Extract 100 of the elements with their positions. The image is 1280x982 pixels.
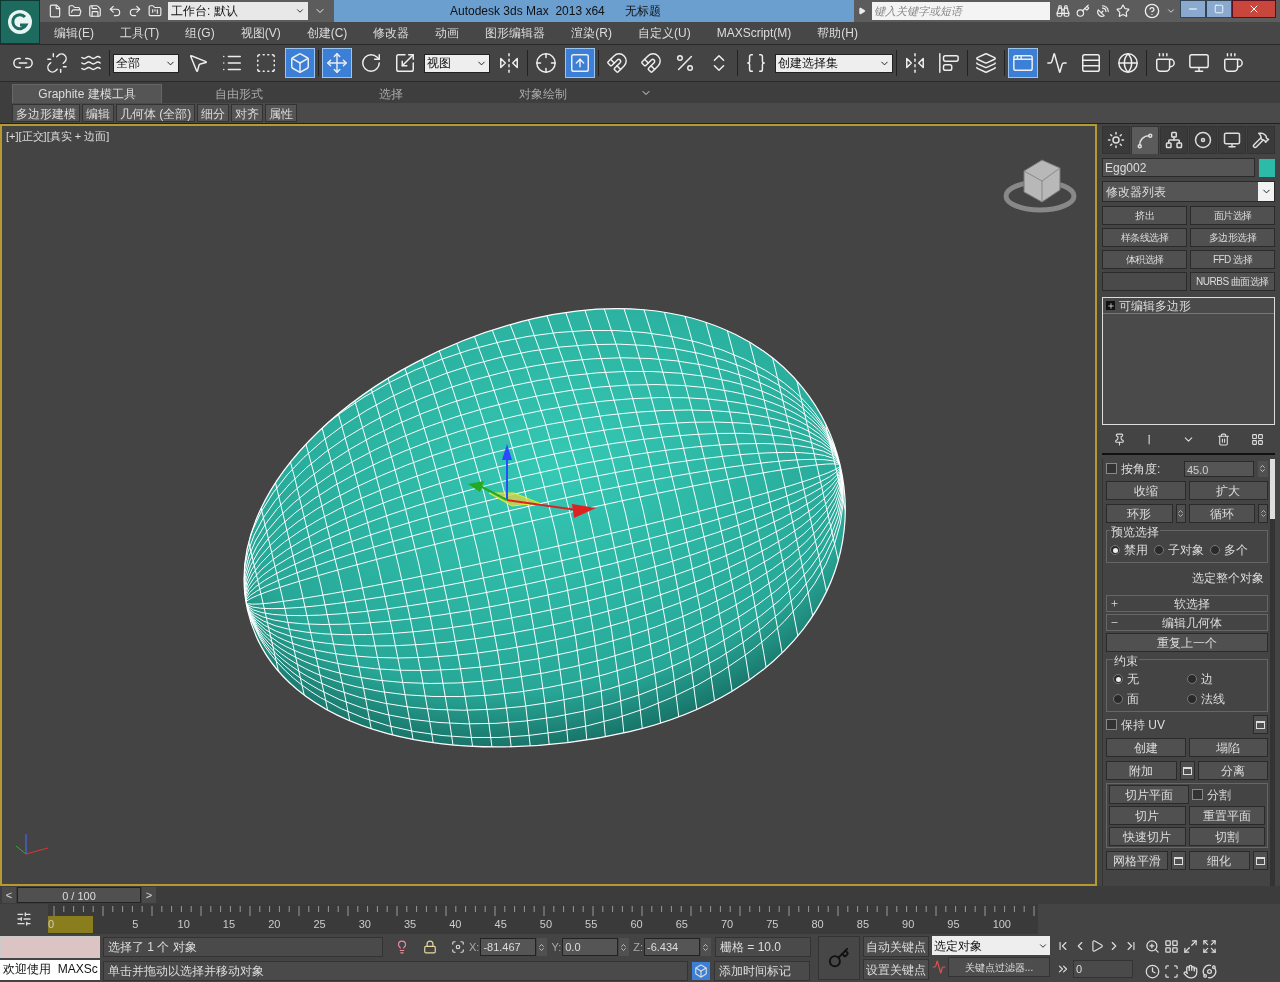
caret-icon[interactable] <box>1166 6 1176 16</box>
expand-icon[interactable] <box>1202 939 1217 954</box>
expand-arrow-icon[interactable] <box>858 7 866 15</box>
radio-button[interactable] <box>1187 674 1197 684</box>
radio-button[interactable] <box>1210 545 1220 555</box>
time-tag-field[interactable]: 添加时间标记 <box>714 961 810 981</box>
panel-button[interactable]: 面片选择 <box>1190 206 1275 225</box>
ribbon-panel-button[interactable]: 对齐 <box>231 104 264 122</box>
close-icon[interactable] <box>1248 3 1260 15</box>
new-file-icon[interactable] <box>48 4 62 18</box>
focus-icon[interactable] <box>451 940 465 954</box>
spinner-icon[interactable] <box>1258 460 1268 477</box>
maxscript-listener-field[interactable] <box>0 936 100 958</box>
current-frame-field[interactable]: 0 <box>1073 960 1133 978</box>
ribbon-panel-button[interactable]: 属性 <box>265 104 298 122</box>
menu-item[interactable]: 自定义(U) <box>638 24 691 42</box>
caret-icon[interactable] <box>295 6 305 16</box>
settings-button[interactable] <box>1179 761 1195 780</box>
grid-icon[interactable] <box>1251 432 1265 446</box>
maximize-button[interactable] <box>1206 0 1232 18</box>
menu-item[interactable]: 图形编辑器 <box>485 24 546 42</box>
menu-item[interactable]: 帮助(H) <box>817 24 858 42</box>
checkbox[interactable] <box>1191 789 1203 800</box>
bulb-icon[interactable] <box>395 940 409 954</box>
binoculars-icon[interactable] <box>1056 4 1070 18</box>
menu-item[interactable]: 渲染(R) <box>571 24 612 42</box>
panel-button[interactable]: 附加 <box>1106 761 1177 780</box>
project-folder-icon[interactable] <box>148 4 162 18</box>
ribbon-panel-button[interactable]: 细分 <box>197 104 230 122</box>
menu-item[interactable]: 工具(T) <box>120 24 160 42</box>
panel-button[interactable]: 重置平面 <box>1188 806 1265 825</box>
viewport-label[interactable]: [+][正交][真实 + 边面] <box>6 128 110 145</box>
ribbon-panel-button[interactable]: 编辑 <box>82 104 114 122</box>
key-mode-dropdown[interactable]: 选定对象 <box>932 936 1050 955</box>
ribbon-tab[interactable]: 自由形式 <box>164 84 314 103</box>
trash-icon[interactable] <box>1216 432 1230 446</box>
play-icon[interactable] <box>1090 939 1104 953</box>
panel-button[interactable]: 重复上一个 <box>1106 633 1268 652</box>
move-gizmo-drawing[interactable] <box>468 444 596 518</box>
view-cube-drawing[interactable] <box>1003 159 1077 213</box>
cube-icon[interactable] <box>285 48 315 78</box>
monitor-icon[interactable] <box>1218 126 1246 154</box>
panel-button[interactable]: 塌陷 <box>1188 738 1268 757</box>
object-name-field[interactable]: Egg002 <box>1102 158 1255 177</box>
ribbon-tab[interactable]: Graphite 建模工具 <box>12 84 162 103</box>
coordinate-field[interactable]: -81.467 <box>480 938 537 956</box>
spinner-icon[interactable] <box>537 938 548 956</box>
undo-icon[interactable] <box>108 4 122 18</box>
save-icon[interactable] <box>88 4 102 18</box>
hierarchy-icon[interactable] <box>1160 126 1188 154</box>
panel-button[interactable]: 扩大 <box>1188 481 1268 500</box>
coordinate-field[interactable]: -6.434 <box>644 938 700 956</box>
toolbar-dropdown[interactable]: 创建选择集 <box>775 53 893 73</box>
radio-button[interactable] <box>1154 545 1164 555</box>
satellite-dish-icon[interactable] <box>1096 4 1110 18</box>
checkbox[interactable] <box>1106 719 1117 730</box>
spinner-icon[interactable] <box>619 938 630 956</box>
lock-icon[interactable] <box>423 940 437 954</box>
settings-button[interactable] <box>1253 851 1268 870</box>
key-filters-button[interactable]: 关键点过滤器... <box>948 957 1050 977</box>
menu-item[interactable]: 动画 <box>435 24 460 42</box>
panel-button[interactable]: 切片 <box>1109 806 1186 825</box>
rollout-header[interactable]: 编辑几何体 <box>1106 614 1268 631</box>
folder-icon[interactable] <box>68 4 82 18</box>
search-field[interactable]: 键入关键字或短语 <box>872 2 1050 20</box>
panel-button[interactable]: 收缩 <box>1106 481 1186 500</box>
spinner-icon[interactable] <box>701 938 711 956</box>
hammer-icon[interactable] <box>1247 126 1275 154</box>
panel-button[interactable]: 创建 <box>1106 738 1186 757</box>
ribbon-panel-button[interactable]: 多边形建模 <box>12 104 80 122</box>
scan-icon[interactable] <box>1164 964 1179 979</box>
rollout-header[interactable]: 软选择 <box>1106 595 1268 612</box>
radio-button[interactable] <box>1113 674 1123 684</box>
settings-button[interactable] <box>1253 715 1268 734</box>
object-color-swatch[interactable] <box>1259 158 1275 177</box>
orbit-icon[interactable] <box>1202 964 1217 979</box>
panel-button[interactable]: 体积选择 <box>1102 250 1187 269</box>
plus-icon[interactable] <box>1106 301 1115 310</box>
panel-button[interactable]: 细化 <box>1188 851 1250 870</box>
previous-frame-button[interactable]: < <box>2 887 16 903</box>
time-slider-thumb[interactable]: 0 / 100 <box>17 887 141 903</box>
menu-item[interactable]: 创建(C) <box>306 24 348 42</box>
panel-button[interactable]: NURBS 曲面选择 <box>1190 272 1275 291</box>
ribbon-tab[interactable]: 对象绘制 <box>468 84 618 103</box>
menu-item[interactable]: 组(G) <box>185 24 215 42</box>
menu-item[interactable]: 修改器 <box>373 24 410 42</box>
ribbon-panel-button[interactable]: 几何体 (全部) <box>116 104 196 122</box>
minimize-button[interactable] <box>1180 0 1206 18</box>
redo-icon[interactable] <box>128 4 142 18</box>
star-icon[interactable] <box>1116 4 1130 18</box>
maximize-icon[interactable] <box>1183 939 1198 954</box>
pin-icon[interactable] <box>1112 432 1126 446</box>
checkbox[interactable] <box>1106 463 1117 474</box>
modifier-list-dropdown[interactable]: 修改器列表 <box>1102 181 1275 202</box>
stack-item[interactable]: 可编辑多边形 <box>1119 296 1191 315</box>
toolbar-dropdown[interactable]: 视图 <box>424 53 490 73</box>
auto-key-button[interactable]: 自动关键点 <box>863 936 929 957</box>
move-icon[interactable] <box>322 48 352 78</box>
scrollbar[interactable] <box>1270 459 1275 886</box>
set-key-button[interactable]: 设置关键点 <box>863 959 929 980</box>
